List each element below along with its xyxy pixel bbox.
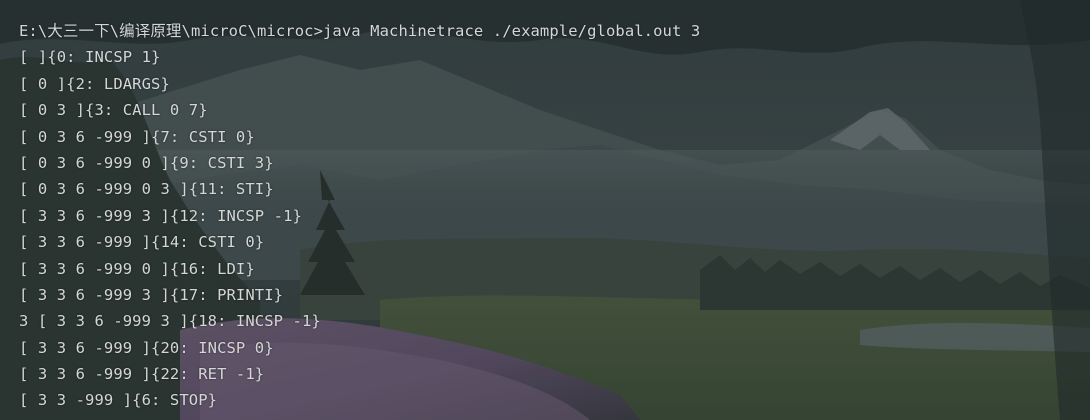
trace-line: [ 3 3 6 -999 3 ]{12: INCSP -1} xyxy=(19,206,302,225)
trace-line: [ 0 3 6 -999 ]{7: CSTI 0} xyxy=(19,127,255,146)
trace-line: [ 0 3 6 -999 0 3 ]{11: STI} xyxy=(19,180,274,199)
trace-line: [ ]{0: INCSP 1} xyxy=(19,48,161,67)
terminal-output[interactable]: E:\大三一下\编译原理\microC\microc>java Machinet… xyxy=(19,18,1080,414)
command-line: E:\大三一下\编译原理\microC\microc>java Machinet… xyxy=(19,22,701,40)
trace-line: [ 3 3 6 -999 0 ]{16: LDI} xyxy=(19,259,255,278)
trace-line: [ 0 3 ]{3: CALL 0 7} xyxy=(19,101,208,120)
trace-line: [ 3 3 6 -999 3 ]{17: PRINTI} xyxy=(19,285,284,304)
trace-line: [ 3 3 -999 ]{6: STOP} xyxy=(19,391,218,410)
trace-line: [ 0 ]{2: LDARGS} xyxy=(19,74,170,93)
trace-line: [ 3 3 6 -999 ]{22: RET -1} xyxy=(19,365,265,384)
trace-line: 3 [ 3 3 6 -999 3 ]{18: INCSP -1} xyxy=(19,312,321,331)
trace-line: [ 0 3 6 -999 0 ]{9: CSTI 3} xyxy=(19,153,274,172)
trace-line: [ 3 3 6 -999 ]{14: CSTI 0} xyxy=(19,233,265,252)
terminal-window[interactable]: E:\大三一下\编译原理\microC\microc>java Machinet… xyxy=(0,0,1090,420)
trace-line: [ 3 3 6 -999 ]{20: INCSP 0} xyxy=(19,338,274,357)
